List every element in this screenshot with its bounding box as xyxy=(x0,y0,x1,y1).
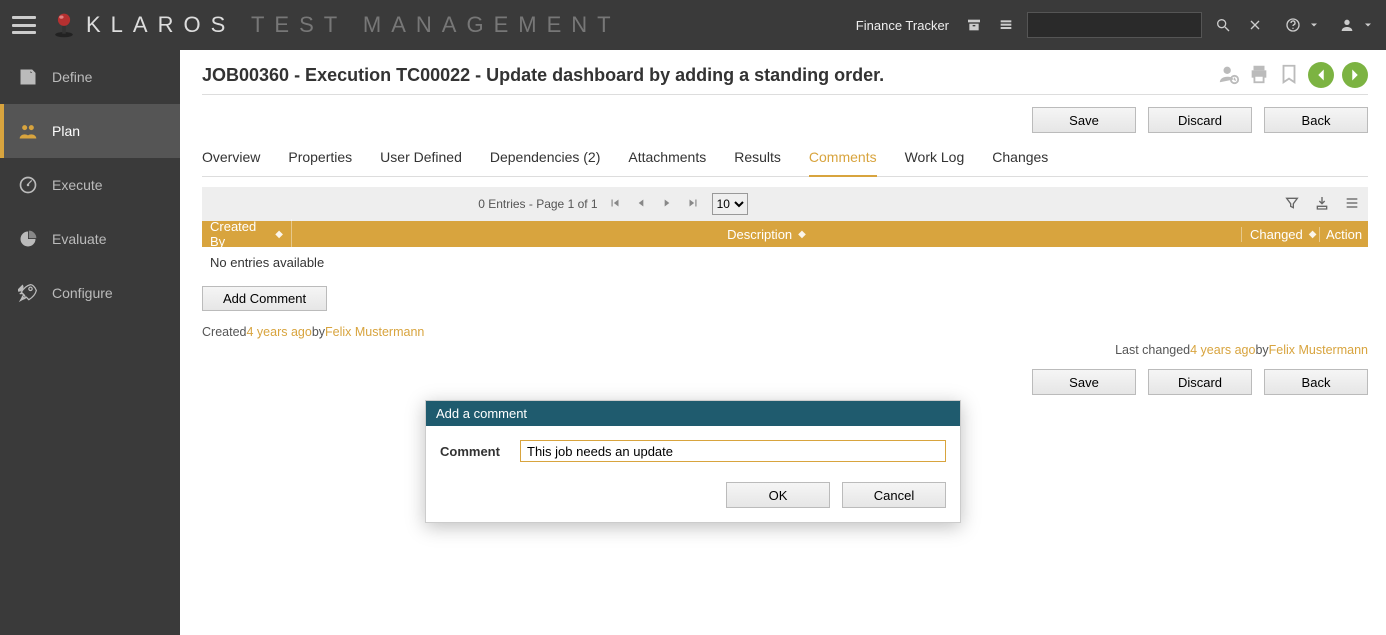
column-created-by[interactable]: Created By◆ xyxy=(202,219,292,249)
back-button[interactable]: Back xyxy=(1264,107,1368,133)
tab-comments[interactable]: Comments xyxy=(809,141,877,177)
clear-search-icon[interactable] xyxy=(1244,14,1266,36)
created-meta: Created 4 years ago by Felix Mustermann xyxy=(202,325,1368,339)
sort-icon: ◆ xyxy=(1309,229,1317,240)
changed-meta: Last changed 4 years ago by Felix Muster… xyxy=(202,343,1368,357)
filter-icon[interactable] xyxy=(1284,195,1300,214)
brand-logo: KLAROS TEST MANAGEMENT xyxy=(50,11,621,39)
tab-results[interactable]: Results xyxy=(734,141,781,176)
created-user-link[interactable]: Felix Mustermann xyxy=(325,325,424,339)
add-comment-dialog: Add a comment Comment OK Cancel xyxy=(425,400,961,523)
page-size-select[interactable]: 10 xyxy=(712,193,748,215)
header-right: Finance Tracker xyxy=(856,12,1374,38)
column-description[interactable]: Description◆ xyxy=(292,227,1242,242)
pager-prev-icon[interactable] xyxy=(634,196,648,213)
user-chevron-down-icon[interactable] xyxy=(1362,14,1374,36)
pager-text: 0 Entries - Page 1 of 1 xyxy=(478,197,597,211)
back-button-bottom[interactable]: Back xyxy=(1264,369,1368,395)
top-header: KLAROS TEST MANAGEMENT Finance Tracker xyxy=(0,0,1386,50)
brand-main: KLAROS xyxy=(86,12,235,37)
tab-changes[interactable]: Changes xyxy=(992,141,1048,176)
table-header: Created By◆ Description◆ Changed◆ Action xyxy=(202,221,1368,247)
tab-attachments[interactable]: Attachments xyxy=(628,141,706,176)
changed-user-link[interactable]: Felix Mustermann xyxy=(1269,343,1368,357)
user-icon[interactable] xyxy=(1336,14,1358,36)
sort-icon: ◆ xyxy=(798,229,806,240)
project-name[interactable]: Finance Tracker xyxy=(856,18,949,33)
next-record-button[interactable] xyxy=(1342,62,1368,88)
columns-icon[interactable] xyxy=(1344,195,1360,214)
discard-button[interactable]: Discard xyxy=(1148,107,1252,133)
bookmark-icon[interactable] xyxy=(1278,63,1300,88)
search-icon[interactable] xyxy=(1212,14,1234,36)
sidebar-item-label: Configure xyxy=(52,285,113,301)
sidebar-item-label: Plan xyxy=(52,123,80,139)
prev-record-button[interactable] xyxy=(1308,62,1334,88)
page-title: JOB00360 - Execution TC00022 - Update da… xyxy=(202,65,1218,86)
pager-next-icon[interactable] xyxy=(660,196,674,213)
discard-button-bottom[interactable]: Discard xyxy=(1148,369,1252,395)
add-comment-button[interactable]: Add Comment xyxy=(202,286,327,311)
sidebar-item-label: Evaluate xyxy=(52,231,106,247)
tab-properties[interactable]: Properties xyxy=(288,141,352,176)
tab-overview[interactable]: Overview xyxy=(202,141,260,176)
search-input[interactable] xyxy=(1027,12,1202,38)
dialog-title: Add a comment xyxy=(426,401,960,426)
klaros-logo-icon xyxy=(50,11,78,39)
assign-user-icon[interactable] xyxy=(1218,63,1240,88)
sidebar-item-define[interactable]: Define xyxy=(0,50,180,104)
sidebar-item-configure[interactable]: Configure xyxy=(0,266,180,320)
table-empty-text: No entries available xyxy=(202,247,1368,278)
ok-button[interactable]: OK xyxy=(726,482,830,508)
export-icon[interactable] xyxy=(1314,195,1330,214)
pager-first-icon[interactable] xyxy=(608,196,622,213)
help-chevron-down-icon[interactable] xyxy=(1308,14,1320,36)
pager-last-icon[interactable] xyxy=(686,196,700,213)
tab-dependencies[interactable]: Dependencies (2) xyxy=(490,141,601,176)
sidebar-item-label: Define xyxy=(52,69,92,85)
help-icon[interactable] xyxy=(1282,14,1304,36)
tab-user-defined[interactable]: User Defined xyxy=(380,141,462,176)
comment-input[interactable] xyxy=(520,440,946,462)
sidebar-item-label: Execute xyxy=(52,177,103,193)
sidebar-item-plan[interactable]: Plan xyxy=(0,104,180,158)
print-icon[interactable] xyxy=(1248,63,1270,88)
sidebar: Define Plan Execute Evaluate Configure xyxy=(0,50,180,635)
column-action: Action xyxy=(1320,227,1368,242)
changed-time-link[interactable]: 4 years ago xyxy=(1190,343,1255,357)
save-button[interactable]: Save xyxy=(1032,107,1136,133)
tab-work-log[interactable]: Work Log xyxy=(905,141,965,176)
hamburger-menu-icon[interactable] xyxy=(12,16,36,34)
cancel-button[interactable]: Cancel xyxy=(842,482,946,508)
list-icon[interactable] xyxy=(995,14,1017,36)
table-toolbar: 0 Entries - Page 1 of 1 10 xyxy=(202,187,1368,221)
archive-icon[interactable] xyxy=(963,14,985,36)
tab-bar: Overview Properties User Defined Depende… xyxy=(202,141,1368,177)
brand-sub: TEST MANAGEMENT xyxy=(251,12,621,37)
sort-icon: ◆ xyxy=(275,229,283,240)
main-content: JOB00360 - Execution TC00022 - Update da… xyxy=(180,50,1386,635)
comment-label: Comment xyxy=(440,444,504,459)
sidebar-item-evaluate[interactable]: Evaluate xyxy=(0,212,180,266)
save-button-bottom[interactable]: Save xyxy=(1032,369,1136,395)
created-time-link[interactable]: 4 years ago xyxy=(246,325,311,339)
column-changed[interactable]: Changed◆ xyxy=(1242,227,1320,242)
sidebar-item-execute[interactable]: Execute xyxy=(0,158,180,212)
